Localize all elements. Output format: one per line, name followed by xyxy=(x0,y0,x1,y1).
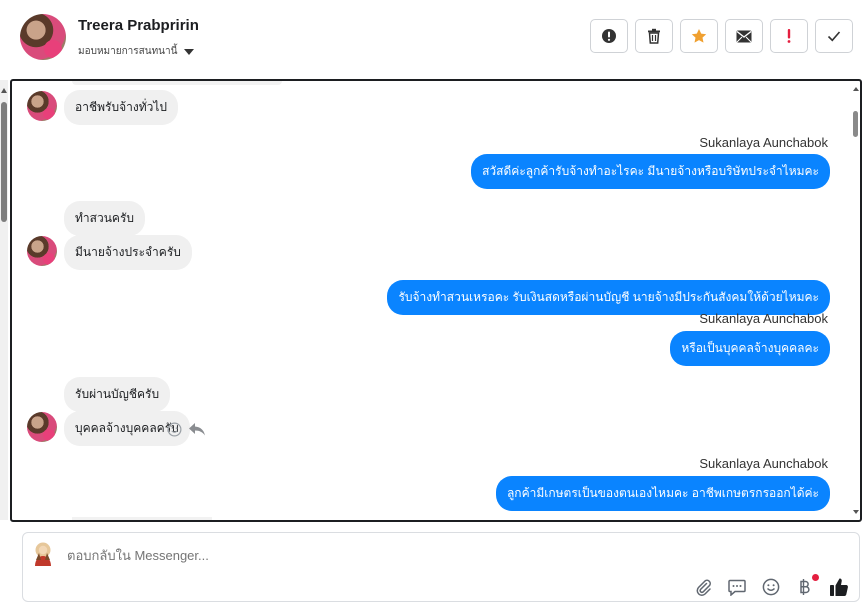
message-thread: อาชีพรับจ้างทั่วไป Sukanlaya Aunchabok ส… xyxy=(10,79,862,522)
react-emoji-icon[interactable] xyxy=(167,422,182,437)
outgoing-message[interactable]: หรือเป็นบุคคลจ้างบุคคลคะ xyxy=(670,331,830,366)
agent-name-label: Sukanlaya Aunchabok xyxy=(699,135,828,150)
scroll-down-arrow-icon[interactable] xyxy=(853,510,859,514)
action-toolbar xyxy=(590,19,853,53)
next-message-edge xyxy=(72,517,212,520)
envelope-icon xyxy=(736,30,752,42)
incoming-message[interactable]: อาชีพรับจ้างทั่วไป xyxy=(64,90,178,125)
outgoing-bubble: รับจ้างทำสวนเหรอคะ รับเงินสดหรือผ่านบัญช… xyxy=(387,280,830,315)
agent-avatar xyxy=(35,542,51,566)
assign-conversation-dropdown[interactable]: มอบหมายการสนทนานี้ xyxy=(78,44,195,59)
incoming-bubble: รับผ่านบัญชีครับ xyxy=(64,377,171,412)
contact-name[interactable]: Treera Prabpririn xyxy=(78,17,199,34)
notification-dot xyxy=(812,574,819,581)
like-button[interactable] xyxy=(829,577,849,597)
payment-button[interactable] xyxy=(795,574,819,597)
agent-name-label: Sukanlaya Aunchabok xyxy=(699,456,828,471)
done-button[interactable] xyxy=(815,19,853,53)
reply-icon[interactable] xyxy=(188,422,206,437)
scroll-up-arrow-icon[interactable] xyxy=(853,87,859,91)
chat-bubble-icon xyxy=(728,579,746,596)
paperclip-icon xyxy=(696,579,711,596)
contact-avatar-small[interactable] xyxy=(27,91,57,121)
caret-down-icon[interactable] xyxy=(184,48,195,55)
outgoing-bubble: หรือเป็นบุคคลจ้างบุคคลคะ xyxy=(670,331,830,366)
thread-scrollbar-thumb[interactable] xyxy=(853,111,858,137)
contact-avatar-small[interactable] xyxy=(27,236,57,266)
priority-button[interactable] xyxy=(770,19,808,53)
star-icon xyxy=(691,29,707,43)
assign-label: มอบหมายการสนทนานี้ xyxy=(78,46,178,57)
previous-message-edge xyxy=(72,81,282,85)
contact-avatar[interactable] xyxy=(20,14,66,60)
outgoing-bubble: ลูกค้ามีเกษตรเป็นของตนเองไหมคะ อาชีพเกษต… xyxy=(495,476,830,511)
outgoing-bubble: สวัสดีค่ะลูกค้ารับจ้างทำอะไรคะ มีนายจ้าง… xyxy=(471,154,830,189)
agent-name-label: Sukanlaya Aunchabok xyxy=(699,311,828,326)
incoming-bubble: อาชีพรับจ้างทั่วไป xyxy=(64,90,178,125)
reply-input[interactable] xyxy=(67,548,567,563)
outer-scrollbar[interactable] xyxy=(0,80,8,520)
incoming-message[interactable]: ทำสวนครับ xyxy=(64,201,146,236)
delete-button[interactable] xyxy=(635,19,673,53)
trash-icon xyxy=(648,28,660,44)
baht-icon xyxy=(800,579,810,595)
incoming-bubble: มีนายจ้างประจำครับ xyxy=(64,235,192,270)
emoji-icon xyxy=(762,578,780,596)
saved-replies-button[interactable] xyxy=(727,577,747,597)
scroll-up-arrow-icon[interactable] xyxy=(1,88,7,93)
exclamation-circle-icon xyxy=(602,29,616,43)
star-button[interactable] xyxy=(680,19,718,53)
outgoing-message[interactable]: ลูกค้ามีเกษตรเป็นของตนเองไหมคะ อาชีพเกษต… xyxy=(495,476,830,511)
composer-toolbar xyxy=(693,574,849,597)
alert-button[interactable] xyxy=(590,19,628,53)
attach-button[interactable] xyxy=(693,577,713,597)
scrollbar-thumb[interactable] xyxy=(1,102,7,222)
outgoing-message[interactable]: สวัสดีค่ะลูกค้ารับจ้างทำอะไรคะ มีนายจ้าง… xyxy=(471,154,830,189)
mark-unread-button[interactable] xyxy=(725,19,763,53)
incoming-message[interactable]: รับผ่านบัญชีครับ xyxy=(64,377,171,412)
check-icon xyxy=(827,31,841,42)
contact-avatar-small[interactable] xyxy=(27,412,57,442)
thumbs-up-icon xyxy=(830,578,848,596)
incoming-message[interactable]: มีนายจ้างประจำครับ xyxy=(64,235,192,270)
message-hover-actions xyxy=(167,422,206,437)
conversation-header: Treera Prabpririn มอบหมายการสนทนานี้ xyxy=(0,0,862,78)
exclamation-icon xyxy=(787,29,791,43)
outgoing-message[interactable]: รับจ้างทำสวนเหรอคะ รับเงินสดหรือผ่านบัญช… xyxy=(387,280,830,315)
emoji-button[interactable] xyxy=(761,577,781,597)
thread-scrollbar[interactable] xyxy=(852,81,860,520)
incoming-bubble: ทำสวนครับ xyxy=(64,201,146,236)
reply-composer xyxy=(22,532,860,602)
